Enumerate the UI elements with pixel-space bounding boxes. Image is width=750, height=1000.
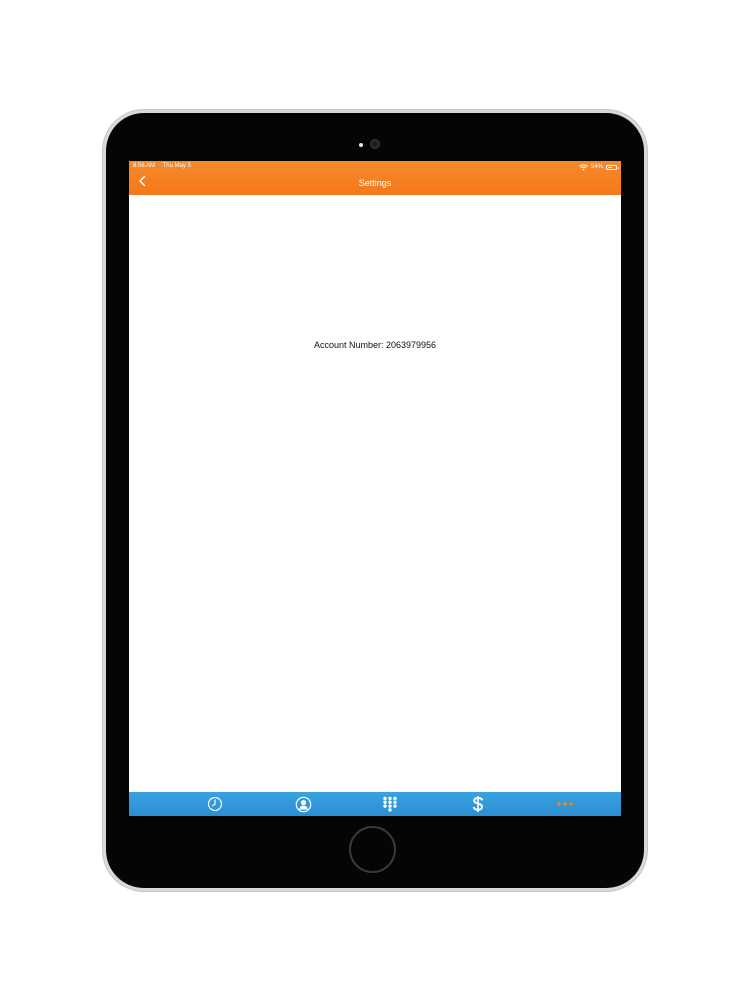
clock-icon [207,796,223,812]
wifi-icon [579,163,588,171]
page-title: Settings [358,178,392,188]
status-bar-right: 54% [579,163,619,171]
battery-percentage: 54% [590,164,603,170]
account-number-label: Account Number: 2063979956 [313,340,437,350]
tab-billing[interactable] [448,792,508,816]
front-camera [370,139,380,149]
tablet-device-frame: 8:56 AM Thu May 5 54% Settings Account N… [106,113,644,888]
keypad-icon [383,796,397,812]
status-time: 8:56 AM [133,163,156,169]
dollar-icon [472,796,484,812]
contact-icon [295,796,311,812]
stage: 8:56 AM Thu May 5 54% Settings Account N… [0,0,750,1000]
settings-content: Account Number: 2063979956 [129,195,621,792]
tab-contacts[interactable] [273,792,333,816]
tablet-screen: 8:56 AM Thu May 5 54% Settings Account N… [129,161,621,816]
front-sensor [359,143,363,147]
battery-icon [606,164,619,170]
home-button[interactable] [349,826,396,873]
tab-recents[interactable] [185,792,245,816]
more-dots-icon [557,802,573,806]
navigation-bar: 8:56 AM Thu May 5 54% Settings [129,161,621,195]
status-bar-left: 8:56 AM Thu May 5 [133,163,197,169]
tab-keypad[interactable] [360,792,420,816]
tab-more[interactable] [535,792,595,816]
battery-fill [608,166,612,168]
status-date: Thu May 5 [162,163,191,169]
tab-bar [129,792,621,816]
